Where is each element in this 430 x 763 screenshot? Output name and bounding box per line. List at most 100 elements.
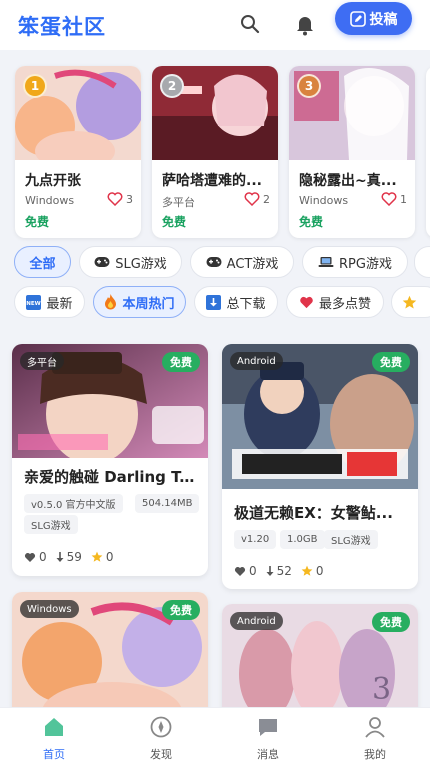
app-logo[interactable]: 笨蛋社区 — [18, 11, 106, 41]
platform-tag: 多平台 — [20, 352, 64, 370]
rank-likes[interactable]: 2 — [244, 192, 270, 206]
size-tag: 1.0GB — [280, 530, 325, 549]
message-icon — [259, 719, 277, 736]
heart-icon — [244, 192, 260, 206]
free-tag: 免费 — [372, 352, 410, 372]
rank-badge: 3 — [297, 74, 321, 98]
post-button[interactable]: 投稿 — [335, 2, 412, 35]
category-label: ACT游戏 — [226, 256, 279, 272]
user-icon — [365, 717, 385, 738]
category-chip-act[interactable]: ACT游戏 — [190, 246, 294, 278]
game-card[interactable]: Android 免费 极道无赖EX：女警鲇... v1.20 1.0GB SLG… — [222, 344, 418, 589]
download-arrow-icon — [56, 551, 64, 562]
version-tag: v1.20 — [234, 530, 277, 549]
rank-platform: 多平台 — [162, 196, 195, 209]
category-label: 全部 — [29, 256, 56, 272]
nav-label: 发现 — [150, 748, 172, 761]
category-chip-slg[interactable]: SLG游戏 — [79, 246, 182, 278]
genre-tag: SLG游戏 — [24, 515, 78, 534]
nav-home[interactable]: 首页 — [24, 716, 84, 762]
size-tag: 504.14MB — [135, 494, 200, 513]
game-cover-image: 3 Android 免费 — [222, 604, 418, 722]
sort-chip-most-liked[interactable]: 最多点赞 — [286, 286, 384, 318]
bottom-nav: 首页 发现 消息 我的 — [0, 707, 430, 763]
sort-chip-weekly-hot[interactable]: 本周热门 — [93, 286, 186, 318]
search-icon[interactable] — [240, 14, 262, 36]
game-stats: 0 52 0 — [234, 564, 333, 578]
nav-profile[interactable]: 我的 — [345, 716, 405, 762]
game-stats: 0 59 0 — [24, 550, 123, 564]
version-tag: v0.5.0 官方中文版 — [24, 494, 123, 513]
rank-card[interactable]: 3 隐秘露出~真... Windows 1 免费 — [289, 66, 415, 238]
rank-likes[interactable]: 1 — [381, 192, 407, 206]
game-cover-image: 多平台 免费 — [12, 344, 208, 458]
category-label: SLG游戏 — [115, 256, 167, 272]
rank-platform: Windows — [299, 194, 349, 207]
svg-text:NEW: NEW — [27, 301, 41, 307]
downloads-count: 52 — [276, 564, 292, 578]
rank-cover-image: 3 — [289, 66, 415, 160]
category-label: RPG游戏 — [339, 256, 392, 272]
download-icon — [206, 294, 222, 310]
download-arrow-icon — [266, 565, 274, 576]
nav-label: 首页 — [43, 748, 65, 761]
game-cover-image: Windows 免费 — [12, 592, 208, 722]
game-title: 极道无赖EX：女警鲇... — [234, 504, 393, 522]
sort-chip-downloads[interactable]: 总下载 — [194, 286, 278, 318]
sort-chip-partial[interactable] — [391, 286, 430, 318]
rank-card[interactable]: 1 九点开张 Windows 3 免费 — [15, 66, 141, 238]
home-icon — [45, 718, 63, 736]
game-card[interactable]: 多平台 免费 亲爱的触碰 Darling To... v0.5.0 官方中文版 … — [12, 344, 208, 576]
rank-cover-image: 1 — [15, 66, 141, 160]
rank-cover-image: 2 — [152, 66, 278, 160]
stars-stat: 0 — [91, 550, 114, 564]
game-card[interactable]: 3 Android 免费 — [222, 604, 418, 722]
sort-label: 最新 — [46, 296, 73, 312]
game-title: 亲爱的触碰 Darling To... — [24, 468, 198, 486]
sort-label: 最多点赞 — [318, 296, 371, 312]
heart-icon — [24, 552, 36, 562]
free-tag: 免费 — [162, 600, 200, 620]
gamepad-icon — [94, 256, 110, 268]
ranking-row: 1 九点开张 Windows 3 免费 2 萨哈塔遭难的... 多平台 2 免费 — [0, 66, 430, 241]
category-chip-partial[interactable] — [414, 246, 430, 278]
stars-count: 0 — [105, 550, 114, 564]
stars-count: 0 — [315, 564, 324, 578]
rank-title: 九点开张 — [25, 173, 81, 189]
stars-stat: 0 — [301, 564, 324, 578]
heart-icon — [234, 566, 246, 576]
rank-price: 免费 — [25, 215, 50, 229]
compass-icon — [150, 716, 172, 738]
heart-icon — [299, 296, 314, 309]
rank-badge: 1 — [23, 74, 47, 98]
gamepad-icon — [206, 256, 222, 268]
category-chip-rpg[interactable]: RPG游戏 — [302, 246, 408, 278]
genre-tag: SLG游戏 — [324, 530, 378, 549]
game-cover-image: Android 免费 — [222, 344, 418, 489]
heart-icon — [381, 192, 397, 206]
free-tag: 免费 — [162, 352, 200, 372]
downloads-stat: 59 — [56, 550, 82, 564]
likes-stat[interactable]: 0 — [24, 550, 47, 564]
sort-chip-newest[interactable]: NEW 最新 — [14, 286, 85, 318]
free-tag: 免费 — [372, 612, 410, 632]
platform-tag: Android — [230, 612, 283, 630]
rank-card-partial[interactable] — [426, 66, 430, 238]
edit-icon — [349, 10, 366, 27]
fire-icon — [104, 294, 117, 310]
rank-card[interactable]: 2 萨哈塔遭难的... 多平台 2 免费 — [152, 66, 278, 238]
nav-messages[interactable]: 消息 — [238, 716, 298, 762]
category-chip-all[interactable]: 全部 — [14, 246, 71, 278]
top-header: 笨蛋社区 投稿 — [0, 0, 430, 50]
game-card[interactable]: Windows 免费 — [12, 592, 208, 722]
rank-likes[interactable]: 3 — [107, 192, 133, 206]
likes-count: 0 — [249, 564, 257, 578]
likes-stat[interactable]: 0 — [234, 564, 257, 578]
svg-text:3: 3 — [372, 672, 391, 707]
rank-price: 免费 — [162, 215, 187, 229]
downloads-count: 59 — [66, 550, 82, 564]
rank-likes-count: 1 — [400, 192, 407, 206]
nav-discover[interactable]: 发现 — [131, 716, 191, 762]
sort-label: 本周热门 — [122, 296, 175, 312]
bell-icon[interactable] — [295, 14, 317, 36]
